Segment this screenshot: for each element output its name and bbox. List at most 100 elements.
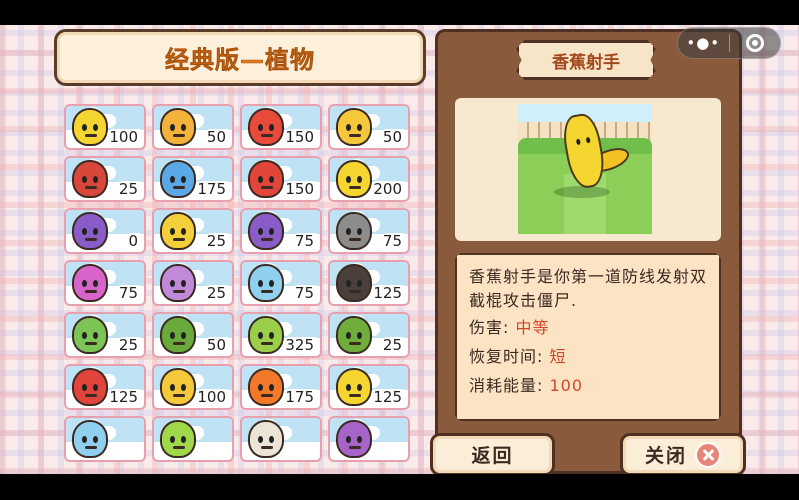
plant-card[interactable]: 100 <box>64 104 146 150</box>
plant-cost: 175 <box>283 388 316 406</box>
plant-card[interactable]: 125 <box>328 260 410 306</box>
plant-card[interactable] <box>152 416 234 462</box>
plant-card[interactable]: 75 <box>328 208 410 254</box>
plant-icon <box>72 108 108 146</box>
plant-card[interactable]: 125 <box>328 364 410 410</box>
plant-icon <box>160 316 196 354</box>
plant-description: 香蕉射手是你第一道防线发射双截棍攻击僵尸. <box>469 267 708 310</box>
plant-cost: 125 <box>107 388 140 406</box>
plant-card[interactable]: 100 <box>152 364 234 410</box>
plant-cost: 75 <box>292 232 316 250</box>
stat-label: 恢复时间: <box>469 347 544 366</box>
detail-panel: 香蕉射手 香蕉射手是你第一道防线发射双截棍攻击僵尸. 伤害: 中等 恢复时间: … <box>430 29 746 474</box>
plant-cost: 50 <box>204 128 228 146</box>
title-banner: 经典版—植物 <box>54 29 426 86</box>
plant-card[interactable] <box>64 416 146 462</box>
plant-icon <box>160 212 196 250</box>
plant-card[interactable]: 150 <box>240 104 322 150</box>
stat-value: 100 <box>549 376 584 395</box>
more-dots-icon[interactable]: •●• <box>678 34 729 52</box>
plant-cost: 25 <box>380 336 404 354</box>
plant-cost: 100 <box>195 388 228 406</box>
plant-icon <box>72 212 108 250</box>
game-screen: 经典版—植物 100 50 150 50 25 175 150 200 0 25 75 75 75 25 7… <box>0 25 799 474</box>
plant-icon <box>336 368 372 406</box>
plant-cost: 50 <box>204 336 228 354</box>
stat-damage: 伤害: 中等 <box>469 313 709 342</box>
plant-name-plate: 香蕉射手 <box>516 40 656 80</box>
plant-description-box: 香蕉射手是你第一道防线发射双截棍攻击僵尸. 伤害: 中等 恢复时间: 短 消耗能… <box>455 253 721 421</box>
plant-card[interactable]: 25 <box>152 260 234 306</box>
plant-card[interactable]: 25 <box>64 312 146 358</box>
plant-card[interactable]: 50 <box>152 104 234 150</box>
plant-card[interactable]: 25 <box>152 208 234 254</box>
plant-icon <box>160 160 196 198</box>
plant-cost: 325 <box>283 336 316 354</box>
plant-card[interactable]: 175 <box>152 156 234 202</box>
stat-recovery: 恢复时间: 短 <box>469 342 709 371</box>
plant-cost: 25 <box>204 232 228 250</box>
plant-icon <box>248 420 284 458</box>
stat-value: 短 <box>549 347 567 366</box>
plant-cost: 175 <box>195 180 228 198</box>
page-title: 经典版—植物 <box>165 46 315 75</box>
plant-card[interactable]: 0 <box>64 208 146 254</box>
plant-card[interactable]: 75 <box>240 208 322 254</box>
plant-icon <box>336 420 372 458</box>
plant-card[interactable]: 200 <box>328 156 410 202</box>
plant-name: 香蕉射手 <box>552 52 620 73</box>
plant-card[interactable]: 25 <box>64 156 146 202</box>
back-button-label: 返回 <box>471 445 514 467</box>
close-icon <box>695 441 721 468</box>
plant-grid-scroll[interactable]: 100 50 150 50 25 175 150 200 0 25 75 75 75 25 75 125 25 5… <box>64 104 414 474</box>
plant-cost: 125 <box>371 388 404 406</box>
plant-card[interactable]: 150 <box>240 156 322 202</box>
plant-icon <box>336 264 372 302</box>
mini-program-capsule: •●• <box>677 27 781 59</box>
close-button[interactable]: 关闭 <box>620 433 746 474</box>
plant-icon <box>248 316 284 354</box>
target-circle-icon <box>745 34 764 52</box>
plant-cost: 150 <box>283 128 316 146</box>
plant-card[interactable]: 25 <box>328 312 410 358</box>
plant-card[interactable]: 75 <box>64 260 146 306</box>
plant-cost: 25 <box>116 336 140 354</box>
plant-card[interactable]: 50 <box>328 104 410 150</box>
back-button[interactable]: 返回 <box>430 433 555 474</box>
plant-cost: 75 <box>116 284 140 302</box>
plant-icon <box>160 368 196 406</box>
close-button-label: 关闭 <box>644 445 687 467</box>
stat-energy: 消耗能量: 100 <box>469 371 709 400</box>
plant-icon <box>336 316 372 354</box>
plant-icon <box>248 160 284 198</box>
plant-icon <box>160 108 196 146</box>
plant-cost: 25 <box>204 284 228 302</box>
plant-icon <box>72 420 108 458</box>
banana-shooter-portrait <box>518 104 652 234</box>
plant-icon <box>160 264 196 302</box>
plant-card[interactable]: 125 <box>64 364 146 410</box>
plant-cost: 50 <box>380 128 404 146</box>
plant-icon <box>72 316 108 354</box>
plant-icon <box>248 368 284 406</box>
plant-icon <box>336 160 372 198</box>
plant-card[interactable]: 325 <box>240 312 322 358</box>
plant-card[interactable] <box>328 416 410 462</box>
plant-card[interactable] <box>240 416 322 462</box>
plant-card[interactable]: 175 <box>240 364 322 410</box>
plant-icon <box>72 368 108 406</box>
plant-cost: 100 <box>107 128 140 146</box>
plant-icon <box>72 264 108 302</box>
capsule-close-button[interactable] <box>729 34 780 52</box>
plant-cost: 25 <box>116 180 140 198</box>
plant-grid: 100 50 150 50 25 175 150 200 0 25 75 75 75 25 75 125 25 5… <box>64 104 414 462</box>
plant-cost: 200 <box>371 180 404 198</box>
stat-label: 伤害: <box>469 318 510 337</box>
plant-cost: 75 <box>292 284 316 302</box>
plant-card[interactable]: 50 <box>152 312 234 358</box>
plant-icon <box>248 212 284 250</box>
plant-card[interactable]: 75 <box>240 260 322 306</box>
plant-icon <box>248 108 284 146</box>
plant-icon <box>72 160 108 198</box>
plant-icon <box>336 212 372 250</box>
